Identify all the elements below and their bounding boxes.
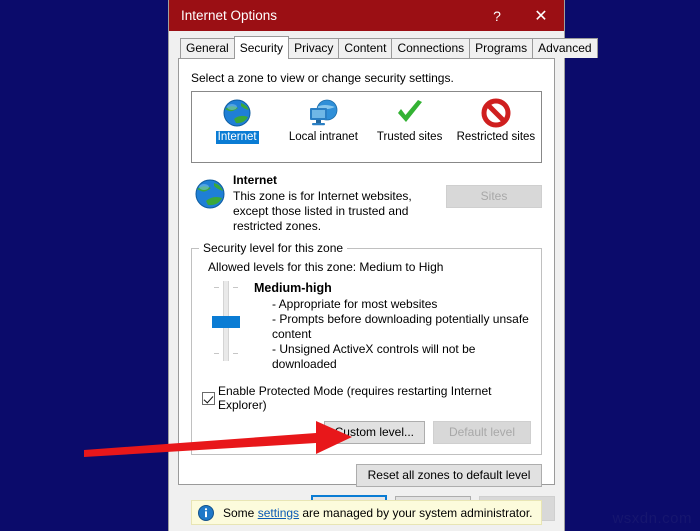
default-level-button[interactable]: Default level: [433, 421, 531, 444]
reset-all-zones-button[interactable]: Reset all zones to default level: [356, 464, 542, 487]
tab-advanced[interactable]: Advanced: [532, 38, 598, 58]
security-level-bullet: - Appropriate for most websites: [272, 297, 438, 311]
zone-listbox[interactable]: Internet Local intranet Trusted sites Re…: [191, 91, 542, 163]
enable-protected-mode-checkbox[interactable]: [202, 391, 215, 405]
zone-item-local-intranet[interactable]: Local intranet: [280, 97, 366, 144]
zone-item-trusted-sites[interactable]: Trusted sites: [367, 97, 453, 144]
security-level-groupbox: Security level for this zone Allowed lev…: [191, 241, 542, 455]
level-button-row: Custom level... Default level: [202, 421, 531, 444]
info-icon: [198, 504, 214, 521]
zone-description-title: Internet: [233, 173, 278, 187]
slider-tick: [233, 287, 238, 288]
reset-button-row: Reset all zones to default level: [191, 464, 542, 487]
tab-connections[interactable]: Connections: [391, 38, 471, 58]
zone-label-internet: Internet: [215, 131, 259, 144]
zone-label-trusted-sites: Trusted sites: [376, 131, 443, 143]
admin-info-text-before: Some: [223, 505, 258, 520]
enable-protected-mode-checkbox-row[interactable]: Enable Protected Mode (requires restarti…: [202, 384, 531, 412]
local-intranet-icon: [306, 97, 340, 129]
green-check-icon: [393, 97, 427, 129]
slider-tick: [233, 353, 238, 354]
globe-icon: [191, 176, 229, 212]
zone-item-internet[interactable]: Internet: [194, 97, 280, 144]
security-level-slider[interactable]: [202, 281, 248, 361]
title-bar: Internet Options ? ✕: [169, 0, 564, 31]
admin-info-bar: Some settings are managed by your system…: [191, 500, 542, 525]
tab-content[interactable]: Content: [338, 38, 393, 58]
window-title: Internet Options: [181, 8, 278, 23]
security-level-bullet: - Unsigned ActiveX controls will not be …: [272, 342, 476, 371]
security-level-row: Medium-high - Appropriate for most websi…: [202, 281, 531, 372]
globe-icon: [220, 97, 254, 129]
allowed-levels-label: Allowed levels for this zone: Medium to …: [208, 260, 444, 274]
security-level-legend: Security level for this zone: [199, 241, 348, 255]
admin-info-text: Some settings are managed by your system…: [223, 506, 532, 520]
custom-level-button[interactable]: Custom level...: [323, 421, 425, 444]
security-level-name: Medium-high: [254, 281, 332, 295]
zone-label-restricted-sites: Restricted sites: [456, 131, 536, 143]
tab-privacy[interactable]: Privacy: [288, 38, 340, 58]
tab-programs[interactable]: Programs: [469, 38, 534, 58]
close-icon[interactable]: ✕: [524, 0, 558, 31]
red-prohibited-icon: [479, 97, 513, 129]
tab-general[interactable]: General: [180, 38, 235, 58]
settings-link[interactable]: settings: [258, 506, 299, 520]
selected-zone-description: Internet This zone is for Internet websi…: [191, 173, 542, 234]
internet-options-dialog: Internet Options ? ✕ General Security Pr…: [168, 0, 598, 531]
tab-security[interactable]: Security: [233, 36, 290, 59]
security-level-bullet: - Prompts before downloading potentially…: [272, 312, 529, 341]
zone-item-restricted-sites[interactable]: Restricted sites: [453, 97, 539, 144]
watermark: wsxdn.com: [612, 510, 692, 527]
security-level-text: Medium-high - Appropriate for most websi…: [248, 281, 531, 372]
zone-description-text-block: Internet This zone is for Internet websi…: [229, 173, 440, 234]
admin-info-text-after: are managed by your system administrator…: [299, 505, 533, 520]
slider-thumb[interactable]: [212, 316, 240, 328]
enable-protected-mode-label: Enable Protected Mode (requires restarti…: [218, 384, 492, 412]
sites-button[interactable]: Sites: [446, 185, 542, 208]
dialog-body: General Security Privacy Content Connect…: [169, 31, 598, 525]
slider-tick: [214, 353, 219, 354]
help-icon[interactable]: ?: [480, 0, 514, 31]
zone-description-body: This zone is for Internet websites, exce…: [233, 189, 412, 233]
slider-tick: [214, 287, 219, 288]
tab-strip: General Security Privacy Content Connect…: [178, 36, 598, 59]
security-tab-page: Select a zone to view or change security…: [178, 58, 555, 525]
zone-label-local-intranet: Local intranet: [288, 131, 358, 143]
zone-hint-label: Select a zone to view or change security…: [191, 71, 454, 85]
